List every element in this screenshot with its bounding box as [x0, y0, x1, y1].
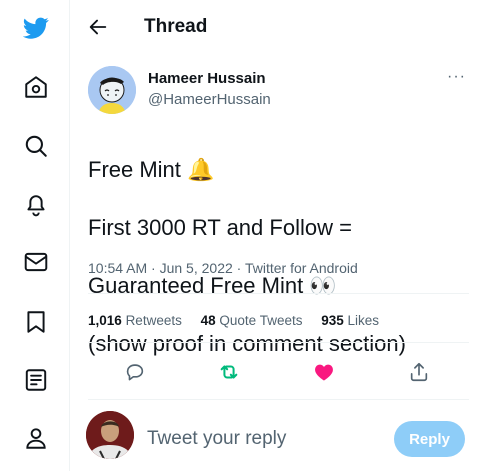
page-title: Thread [144, 16, 208, 37]
author-handle[interactable]: @HameerHussain [148, 91, 271, 108]
tweet-line: First 3000 RT and Follow = [88, 215, 352, 240]
retweet-icon[interactable] [216, 359, 242, 385]
back-arrow-icon[interactable] [85, 14, 111, 40]
sidebar-nav [0, 0, 70, 471]
home-icon[interactable] [22, 73, 50, 101]
quotes-label: Quote Tweets [219, 313, 303, 328]
tweet-text: Free Mint 🔔 First 3000 RT and Follow = G… [88, 126, 478, 387]
notifications-bell-icon[interactable] [22, 190, 50, 218]
divider [88, 399, 469, 400]
divider [88, 293, 469, 294]
like-heart-icon[interactable] [311, 359, 337, 385]
twitter-logo-icon[interactable] [22, 14, 50, 42]
quote-tweets-stat[interactable]: 48 Quote Tweets [201, 313, 303, 328]
likes-stat[interactable]: 935 Likes [321, 313, 379, 328]
divider [88, 342, 469, 343]
bookmark-icon[interactable] [22, 308, 50, 336]
reply-input[interactable] [147, 426, 367, 452]
tweet-stats: 1,016 Retweets 48 Quote Tweets 935 Likes [88, 313, 394, 328]
retweets-count: 1,016 [88, 313, 122, 328]
retweets-stat[interactable]: 1,016 Retweets [88, 313, 182, 328]
tweet-line: Free Mint 🔔 [88, 157, 215, 182]
quotes-count: 48 [200, 313, 216, 328]
reply-icon[interactable] [122, 359, 148, 385]
retweets-label: Retweets [125, 313, 182, 328]
author-name[interactable]: Hameer Hussain [148, 70, 266, 87]
likes-label: Likes [347, 313, 380, 328]
profile-icon[interactable] [22, 424, 50, 452]
reply-button[interactable]: Reply [394, 421, 465, 457]
lists-icon[interactable] [22, 366, 50, 394]
thread-header: Thread [71, 0, 487, 54]
likes-count: 935 [321, 313, 344, 328]
thread-column: Thread Hameer Hussain @HameerHussain ···… [71, 0, 487, 471]
more-options-icon[interactable]: ··· [447, 68, 471, 88]
search-icon[interactable] [22, 132, 50, 160]
current-user-avatar[interactable] [86, 411, 134, 459]
share-icon[interactable] [406, 359, 432, 385]
tweet-timestamp[interactable]: 10:54 AM · Jun 5, 2022 · Twitter for And… [88, 260, 358, 276]
tweet-line: (show proof in comment section) [88, 331, 406, 356]
author-avatar[interactable] [88, 66, 136, 114]
messages-envelope-icon[interactable] [22, 248, 50, 276]
